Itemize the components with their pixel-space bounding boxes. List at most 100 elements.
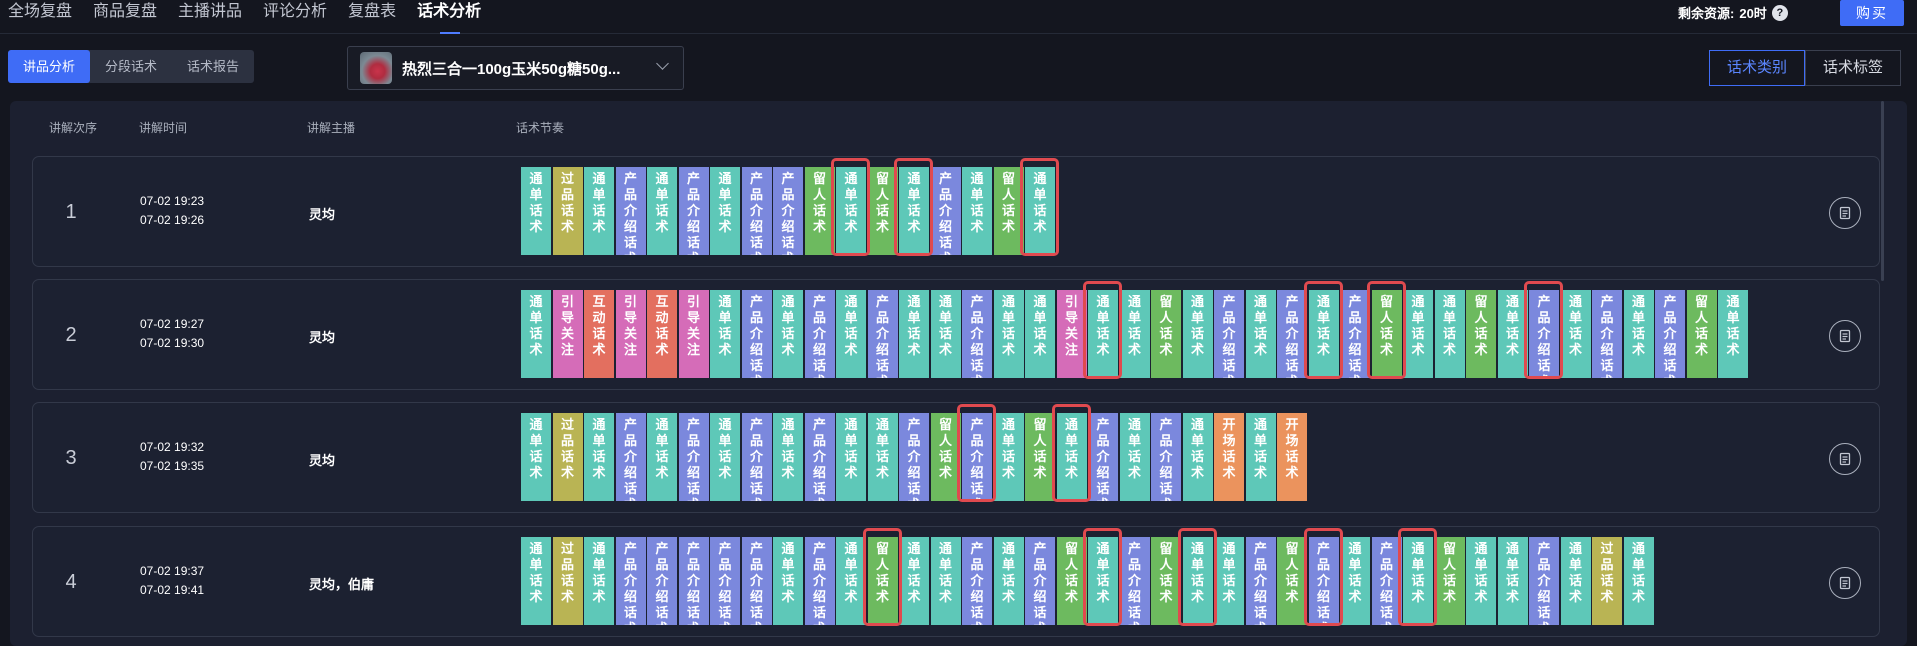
rhythm-block[interactable]: 通单话术 [1025, 290, 1055, 378]
rhythm-block[interactable]: 产品介绍话术 [804, 537, 835, 625]
rhythm-block[interactable]: 通单话术 [993, 537, 1024, 625]
rhythm-block[interactable]: 产品介绍话术 [710, 537, 740, 625]
rhythm-block[interactable]: 留人话术 [1151, 290, 1181, 378]
sub-tab-1[interactable]: 分段话术 [90, 50, 172, 83]
top-nav-tab-1[interactable]: 商品复盘 [83, 0, 168, 30]
rhythm-block[interactable]: 通单话术 [521, 413, 551, 501]
rhythm-block[interactable]: 通单话术 [773, 537, 803, 625]
rhythm-block[interactable]: 通单话术 [1497, 290, 1528, 378]
rhythm-block[interactable]: 引导关注 [1056, 290, 1087, 378]
rhythm-block[interactable]: 产品介绍话术 [1655, 290, 1685, 378]
rhythm-block[interactable]: 通单话术 [899, 290, 929, 378]
rhythm-block[interactable]: 通单话术 [647, 167, 677, 255]
rhythm-block[interactable]: 产品介绍话术 [1088, 413, 1118, 501]
sub-tab-0[interactable]: 讲品分析 [8, 50, 91, 83]
rhythm-block[interactable]: 通单话术 [521, 167, 551, 255]
rhythm-block[interactable]: 通单话术 [993, 413, 1024, 501]
rhythm-block[interactable]: 通单话术 [584, 167, 614, 255]
rhythm-block[interactable]: 通单话术 [1214, 537, 1244, 625]
top-nav-tab-4[interactable]: 复盘表 [338, 0, 407, 30]
top-nav-tab-5[interactable]: 话术分析 [407, 0, 492, 34]
top-nav-tab-0[interactable]: 全场复盘 [0, 0, 83, 30]
rhythm-block[interactable]: 产品介绍话术 [1245, 537, 1276, 625]
rhythm-block[interactable]: 产品介绍话术 [741, 413, 772, 501]
rhythm-block[interactable]: 互动话术 [584, 290, 614, 378]
rhythm-block[interactable]: 留人话术 [930, 413, 961, 501]
rhythm-block[interactable]: 通单话术 [1340, 537, 1370, 625]
rhythm-block[interactable]: 通单话术 [710, 290, 740, 378]
rhythm-block[interactable]: 产品介绍话术 [1151, 413, 1181, 501]
rhythm-block[interactable]: 产品介绍话术 [678, 413, 709, 501]
rhythm-block[interactable]: 产品介绍话术 [867, 290, 898, 378]
rhythm-block[interactable]: 通单话术 [1623, 290, 1654, 378]
rhythm-block[interactable]: 产品介绍话术 [899, 413, 929, 501]
rhythm-block[interactable]: 产品介绍话术 [615, 537, 646, 625]
rhythm-block[interactable]: 开场话术 [1277, 413, 1307, 501]
rhythm-block[interactable]: 通单话术 [962, 167, 992, 255]
rhythm-block[interactable]: 过品话术 [552, 537, 583, 625]
view-toggle-1[interactable]: 话术标签 [1805, 50, 1902, 86]
rhythm-block[interactable]: 留人话术 [1434, 537, 1465, 625]
document-icon[interactable] [1829, 196, 1861, 229]
top-nav-tab-3[interactable]: 评论分析 [253, 0, 338, 30]
document-icon[interactable] [1829, 566, 1861, 599]
rhythm-block[interactable]: 通单话术 [930, 537, 961, 625]
rhythm-block[interactable]: 产品介绍话术 [678, 537, 709, 625]
top-nav-tab-2[interactable]: 主播讲品 [168, 0, 253, 30]
rhythm-block[interactable]: 留人话术 [993, 167, 1024, 255]
rhythm-block[interactable]: 通单话术 [1245, 413, 1276, 501]
rhythm-block[interactable]: 产品介绍话术 [962, 537, 992, 625]
rhythm-block[interactable]: 过品话术 [1592, 537, 1622, 625]
rhythm-block[interactable]: 留人话术 [1686, 290, 1717, 378]
rhythm-block[interactable]: 通单话术 [899, 537, 929, 625]
rhythm-block[interactable]: 产品介绍话术 [1371, 537, 1402, 625]
buy-button[interactable]: 购买 [1840, 0, 1904, 26]
rhythm-block[interactable]: 通单话术 [1434, 290, 1465, 378]
rhythm-block[interactable]: 留人话术 [1025, 413, 1055, 501]
rhythm-block[interactable]: 通单话术 [1182, 413, 1213, 501]
rhythm-block[interactable]: 产品介绍话术 [615, 413, 646, 501]
rhythm-block[interactable]: 通单话术 [930, 290, 961, 378]
rhythm-block[interactable]: 通单话术 [1623, 537, 1654, 625]
rhythm-block[interactable]: 通单话术 [993, 290, 1024, 378]
rhythm-block[interactable]: 通单话术 [1560, 290, 1591, 378]
question-circle-icon[interactable]: ? [1771, 4, 1788, 21]
rhythm-block[interactable]: 开场话术 [1214, 413, 1244, 501]
rhythm-block[interactable]: 通单话术 [1182, 290, 1213, 378]
rhythm-block[interactable]: 产品介绍话术 [1214, 290, 1244, 378]
rhythm-block[interactable]: 过品话术 [552, 413, 583, 501]
rhythm-block[interactable]: 引导关注 [615, 290, 646, 378]
rhythm-block[interactable]: 产品介绍话术 [930, 167, 961, 255]
view-toggle-0[interactable]: 话术类别 [1709, 50, 1806, 86]
rhythm-block[interactable]: 产品介绍话术 [1592, 290, 1622, 378]
rhythm-block[interactable]: 引导关注 [678, 290, 709, 378]
rhythm-block[interactable]: 通单话术 [521, 537, 551, 625]
rhythm-block[interactable]: 引导关注 [552, 290, 583, 378]
rhythm-block[interactable]: 产品介绍话术 [804, 413, 835, 501]
rhythm-block[interactable]: 产品介绍话术 [615, 167, 646, 255]
rhythm-block[interactable]: 产品介绍话术 [741, 290, 772, 378]
rhythm-block[interactable]: 通单话术 [773, 413, 803, 501]
rhythm-block[interactable]: 通单话术 [521, 290, 551, 378]
rhythm-block[interactable]: 通单话术 [1119, 413, 1150, 501]
rhythm-block[interactable]: 产品介绍话术 [1025, 537, 1055, 625]
product-selector[interactable]: 热烈三合一100g玉米50g糖50g... [347, 46, 684, 90]
rhythm-block[interactable]: 产品介绍话术 [1119, 537, 1150, 625]
rhythm-block[interactable]: 留人话术 [867, 167, 898, 255]
rhythm-block[interactable]: 产品介绍话术 [741, 167, 772, 255]
rhythm-block[interactable]: 产品介绍话术 [773, 167, 803, 255]
rhythm-block[interactable]: 通单话术 [710, 167, 740, 255]
rhythm-block[interactable]: 产品介绍话术 [962, 290, 992, 378]
rhythm-block[interactable]: 通单话术 [836, 413, 866, 501]
rhythm-block[interactable]: 产品介绍话术 [678, 167, 709, 255]
rhythm-block[interactable]: 过品话术 [552, 167, 583, 255]
document-icon[interactable] [1829, 319, 1861, 352]
rhythm-block[interactable]: 通单话术 [710, 413, 740, 501]
rhythm-block[interactable]: 留人话术 [804, 167, 835, 255]
rhythm-block[interactable]: 留人话术 [1056, 537, 1087, 625]
rhythm-block[interactable]: 通单话术 [1119, 290, 1150, 378]
rhythm-block[interactable]: 通单话术 [1560, 537, 1591, 625]
rhythm-block[interactable]: 通单话术 [773, 290, 803, 378]
sub-tab-2[interactable]: 话术报告 [172, 50, 254, 83]
rhythm-block[interactable]: 通单话术 [836, 290, 866, 378]
